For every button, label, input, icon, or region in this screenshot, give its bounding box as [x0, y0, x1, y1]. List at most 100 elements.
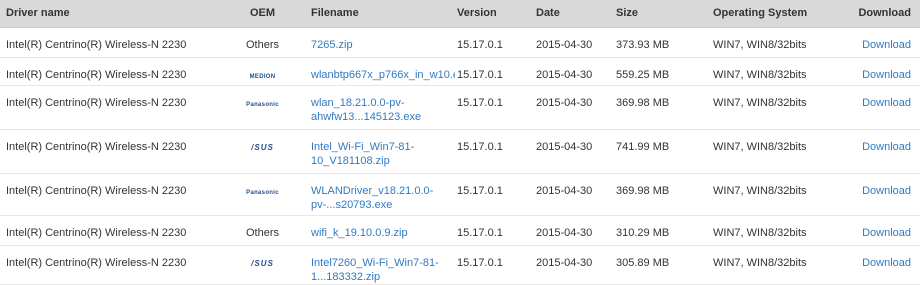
driver-name-cell: Intel(R) Centrino(R) Wireless-N 2230 — [0, 57, 225, 86]
download-link[interactable]: Download — [862, 39, 911, 51]
filename-line-2: pv-...s20793.exe — [311, 198, 393, 211]
filename-cell: wlan_18.21.0.0-pv-ahwfw13...145123.exe — [300, 85, 455, 130]
download-cell: Download — [830, 57, 920, 86]
driver-name-cell: Intel(R) Centrino(R) Wireless-N 2230 — [0, 215, 225, 246]
header-date[interactable]: Date — [530, 0, 610, 28]
file-size: 373.93 MB — [616, 38, 670, 51]
oem-cell: /SUS — [225, 129, 300, 174]
version-cell: 15.17.0.1 — [455, 245, 530, 285]
filename-link[interactable]: 7265.zip — [311, 39, 353, 51]
driver-name-cell: Intel(R) Centrino(R) Wireless-N 2230 — [0, 85, 225, 130]
date: 2015-04-30 — [536, 226, 593, 239]
file-size: 369.98 MB — [616, 184, 670, 197]
filename-link[interactable]: wlanbtp667x_p766x_in_w10.exe — [311, 69, 455, 81]
oem-logo: /SUS — [251, 142, 274, 152]
driver-name-cell: Intel(R) Centrino(R) Wireless-N 2230 — [0, 27, 225, 58]
filename-line-1: wlan_18.21.0.0-pv- — [311, 96, 405, 109]
date: 2015-04-30 — [536, 68, 593, 81]
filename-cell: wifi_k_19.10.0.9.zip — [300, 215, 455, 246]
version: 15.17.0.1 — [457, 68, 503, 81]
header-driver-name[interactable]: Driver name — [0, 0, 225, 28]
os-cell: WIN7, WIN8/32bits — [695, 85, 830, 130]
date-cell: 2015-04-30 — [530, 173, 610, 216]
os-cell: WIN7, WIN8/32bits — [695, 173, 830, 216]
filename-line-2: 10_V181108.zip — [311, 154, 390, 167]
table-header: Driver name OEM Filename Version Date Si… — [0, 0, 920, 28]
version-cell: 15.17.0.1 — [455, 57, 530, 86]
driver-name: Intel(R) Centrino(R) Wireless-N 2230 — [6, 140, 187, 153]
os-cell: WIN7, WIN8/32bits — [695, 27, 830, 58]
version-cell: 15.17.0.1 — [455, 129, 530, 174]
filename-line-1: Intel_Wi-Fi_Win7-81- — [311, 140, 415, 153]
download-cell: Download — [830, 173, 920, 216]
oem-cell: Panasonic — [225, 173, 300, 216]
filename-cell: Intel7260_Wi-Fi_Win7-81- 1...183332.zip — [300, 245, 455, 285]
file-size: 369.98 MB — [616, 96, 670, 109]
filename-line-2: 1...183332.zip — [311, 270, 381, 283]
os-cell: WIN7, WIN8/32bits — [695, 129, 830, 174]
oem-cell: MEDION — [225, 57, 300, 86]
download-link[interactable]: Download — [862, 185, 911, 197]
download-cell: Download — [830, 27, 920, 58]
os-cell: WIN7, WIN8/32bits — [695, 245, 830, 285]
size-cell: 369.98 MB — [610, 173, 695, 216]
filename-link[interactable]: WLANDriver_v18.21.0.0- pv-...s20793.exe — [311, 185, 433, 211]
version: 15.17.0.1 — [457, 140, 503, 153]
os-cell: WIN7, WIN8/32bits — [695, 215, 830, 246]
download-link[interactable]: Download — [862, 227, 911, 239]
version: 15.17.0.1 — [457, 184, 503, 197]
download-link[interactable]: Download — [862, 257, 911, 269]
oem-name: Others — [245, 226, 279, 239]
oem-cell: /SUS — [225, 245, 300, 285]
operating-system: WIN7, WIN8/32bits — [713, 184, 807, 197]
download-link[interactable]: Download — [862, 141, 911, 153]
download-link[interactable]: Download — [862, 69, 911, 81]
filename-line-1: wlanbtp667x_p766x_in_w10.exe — [311, 68, 455, 81]
driver-name: Intel(R) Centrino(R) Wireless-N 2230 — [6, 68, 187, 81]
driver-name-cell: Intel(R) Centrino(R) Wireless-N 2230 — [0, 245, 225, 285]
driver-name: Intel(R) Centrino(R) Wireless-N 2230 — [6, 226, 187, 239]
filename-line-1: Intel7260_Wi-Fi_Win7-81- — [311, 256, 439, 269]
filename-link[interactable]: wlan_18.21.0.0-pv-ahwfw13...145123.exe — [311, 97, 421, 123]
download-cell: Download — [830, 245, 920, 285]
download-cell: Download — [830, 85, 920, 130]
version-cell: 15.17.0.1 — [455, 85, 530, 130]
operating-system: WIN7, WIN8/32bits — [713, 140, 807, 153]
version: 15.17.0.1 — [457, 38, 503, 51]
driver-name: Intel(R) Centrino(R) Wireless-N 2230 — [6, 38, 187, 51]
operating-system: WIN7, WIN8/32bits — [713, 226, 807, 239]
filename-line-1: 7265.zip — [311, 38, 353, 51]
download-cell: Download — [830, 129, 920, 174]
header-filename[interactable]: Filename — [300, 0, 455, 28]
oem-logo: Panasonic — [246, 101, 279, 108]
filename-link[interactable]: wifi_k_19.10.0.9.zip — [311, 227, 408, 239]
version-cell: 15.17.0.1 — [455, 173, 530, 216]
header-operating-system[interactable]: Operating System — [695, 0, 830, 28]
table-row: Intel(R) Centrino(R) Wireless-N 2230 /SU… — [0, 245, 920, 285]
file-size: 310.29 MB — [616, 226, 670, 239]
driver-name: Intel(R) Centrino(R) Wireless-N 2230 — [6, 184, 187, 197]
oem-cell: Others — [225, 27, 300, 58]
download-link[interactable]: Download — [862, 97, 911, 109]
date: 2015-04-30 — [536, 38, 593, 51]
size-cell: 305.89 MB — [610, 245, 695, 285]
table-row: Intel(R) Centrino(R) Wireless-N 2230 Pan… — [0, 85, 920, 130]
operating-system: WIN7, WIN8/32bits — [713, 96, 807, 109]
oem-logo: /SUS — [251, 258, 274, 268]
table-row: Intel(R) Centrino(R) Wireless-N 2230 /SU… — [0, 129, 920, 174]
size-cell: 373.93 MB — [610, 27, 695, 58]
header-download[interactable]: Download — [830, 0, 920, 28]
date: 2015-04-30 — [536, 140, 593, 153]
driver-name: Intel(R) Centrino(R) Wireless-N 2230 — [6, 256, 187, 269]
oem-logo: Panasonic — [246, 189, 279, 196]
version: 15.17.0.1 — [457, 256, 503, 269]
header-version[interactable]: Version — [455, 0, 530, 28]
date: 2015-04-30 — [536, 184, 593, 197]
table-row: Intel(R) Centrino(R) Wireless-N 2230 Oth… — [0, 215, 920, 246]
operating-system: WIN7, WIN8/32bits — [713, 38, 807, 51]
version: 15.17.0.1 — [457, 96, 503, 109]
header-oem[interactable]: OEM — [225, 0, 300, 28]
filename-link[interactable]: Intel_Wi-Fi_Win7-81- 10_V181108.zip — [311, 141, 414, 167]
header-size[interactable]: Size — [610, 0, 695, 28]
size-cell: 741.99 MB — [610, 129, 695, 174]
